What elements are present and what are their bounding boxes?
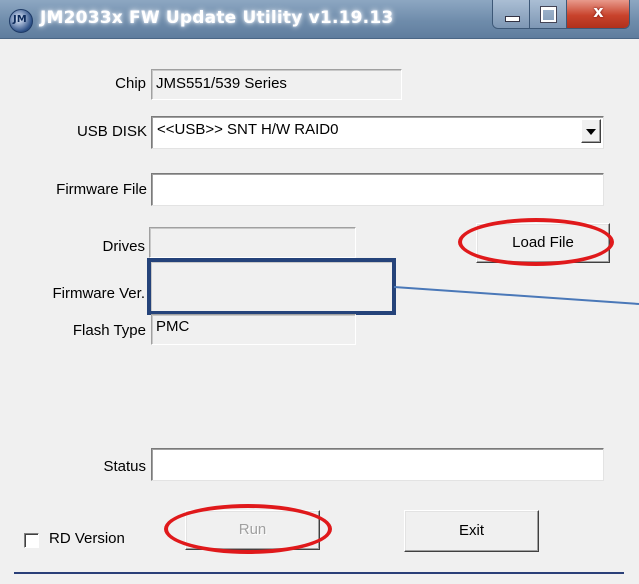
firmware-ver-field (150, 261, 393, 312)
rd-version-label[interactable]: RD Version (49, 530, 125, 547)
status-label: Status (103, 458, 146, 475)
app-icon-text: JM (13, 14, 27, 25)
app-window: JM JM2033x FW Update Utility v1.19.13 x … (0, 0, 639, 584)
run-button[interactable]: Run (185, 510, 320, 550)
usb-disk-selected-value: <<USB>> SNT H/W RAID0 (157, 121, 339, 138)
bottom-divider (14, 572, 624, 574)
maximize-icon (540, 6, 558, 23)
minimize-button[interactable] (493, 0, 531, 28)
firmware-ver-label: Firmware Ver. (52, 285, 145, 302)
chip-value-field: JMS551/539 Series (151, 69, 402, 100)
flash-type-field: PMC (151, 314, 356, 345)
title-bar[interactable]: JM JM2033x FW Update Utility v1.19.13 x (0, 0, 639, 39)
usb-disk-select[interactable]: <<USB>> SNT H/W RAID0 (151, 116, 604, 149)
rd-version-checkbox[interactable] (24, 533, 39, 548)
maximize-button[interactable] (530, 0, 567, 28)
load-file-button[interactable]: Load File (476, 223, 610, 263)
firmware-file-label: Firmware File (56, 181, 147, 198)
firmware-file-input[interactable] (151, 173, 604, 206)
flash-type-label: Flash Type (72, 322, 146, 339)
close-icon: x (593, 2, 604, 21)
dropdown-arrow-icon[interactable] (581, 119, 601, 143)
window-controls: x (492, 0, 630, 29)
minimize-icon (505, 16, 520, 22)
annotation-pointer-line (393, 286, 639, 305)
exit-button[interactable]: Exit (404, 510, 539, 552)
window-title: JM2033x FW Update Utility v1.19.13 (40, 8, 394, 28)
drives-field (149, 227, 356, 258)
close-button[interactable]: x (566, 0, 629, 28)
chip-label: Chip (115, 75, 146, 92)
drives-label: Drives (102, 238, 145, 255)
app-icon[interactable]: JM (9, 9, 33, 33)
status-field (151, 448, 604, 481)
usb-disk-label: USB DISK (76, 123, 147, 140)
